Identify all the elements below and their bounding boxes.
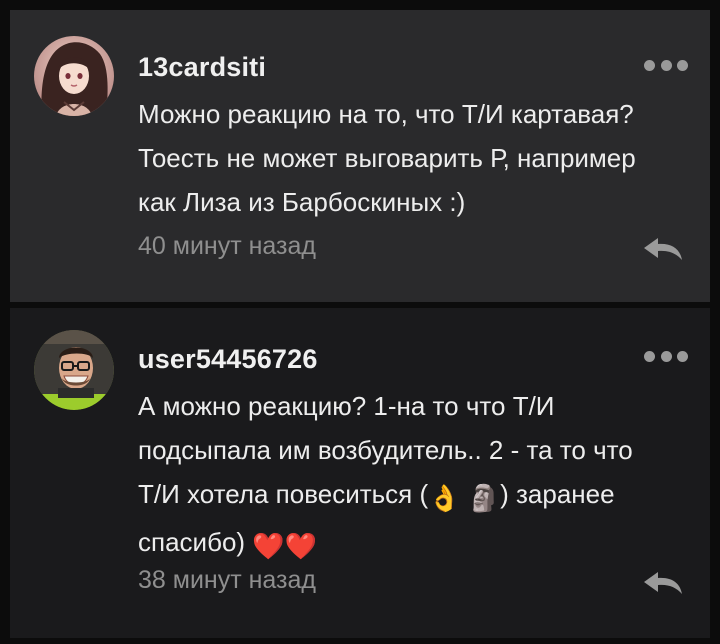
comment-line: А можно реакцию? 1-на то что Т/И bbox=[138, 391, 555, 421]
comment-line: спасибо) bbox=[138, 527, 253, 557]
comment-text: Можно реакцию на то, что Т/И картавая? Т… bbox=[138, 99, 636, 217]
comment-text: А можно реакцию? 1-на то что Т/И подсыпа… bbox=[138, 384, 698, 568]
heart-emoji-icon: ❤️ bbox=[284, 531, 318, 561]
timestamp: 38 минут назад bbox=[138, 566, 316, 594]
man-with-glasses-avatar-icon bbox=[34, 330, 114, 410]
username[interactable]: user54456726 bbox=[138, 344, 318, 375]
anime-girl-avatar-icon bbox=[34, 36, 114, 116]
avatar[interactable] bbox=[34, 330, 114, 410]
comment-item: 13cardsiti Можно реакцию на то, что Т/И … bbox=[10, 10, 710, 302]
ok-hand-emoji-icon: 👌 bbox=[428, 483, 461, 513]
timestamp: 40 минут назад bbox=[138, 232, 316, 260]
comments-list: 13cardsiti Можно реакцию на то, что Т/И … bbox=[0, 0, 720, 644]
moai-emoji-icon: 🗿 bbox=[467, 483, 501, 513]
heart-emoji-icon: ❤️ bbox=[252, 531, 285, 561]
comment-item: user54456726 А можно реакцию? 1-на то чт… bbox=[10, 308, 710, 638]
comment-line: ) заранее bbox=[500, 479, 615, 509]
more-dots-icon[interactable] bbox=[644, 349, 688, 363]
more-dots-icon[interactable] bbox=[644, 58, 688, 72]
reply-arrow-icon[interactable] bbox=[642, 236, 684, 262]
comment-line: Т/И хотела повеситься ( bbox=[138, 479, 429, 509]
reply-arrow-icon[interactable] bbox=[642, 570, 684, 596]
avatar[interactable] bbox=[34, 36, 114, 116]
username[interactable]: 13cardsiti bbox=[138, 52, 266, 83]
comment-line: подсыпала им возбудитель.. 2 - та то что bbox=[138, 435, 633, 465]
